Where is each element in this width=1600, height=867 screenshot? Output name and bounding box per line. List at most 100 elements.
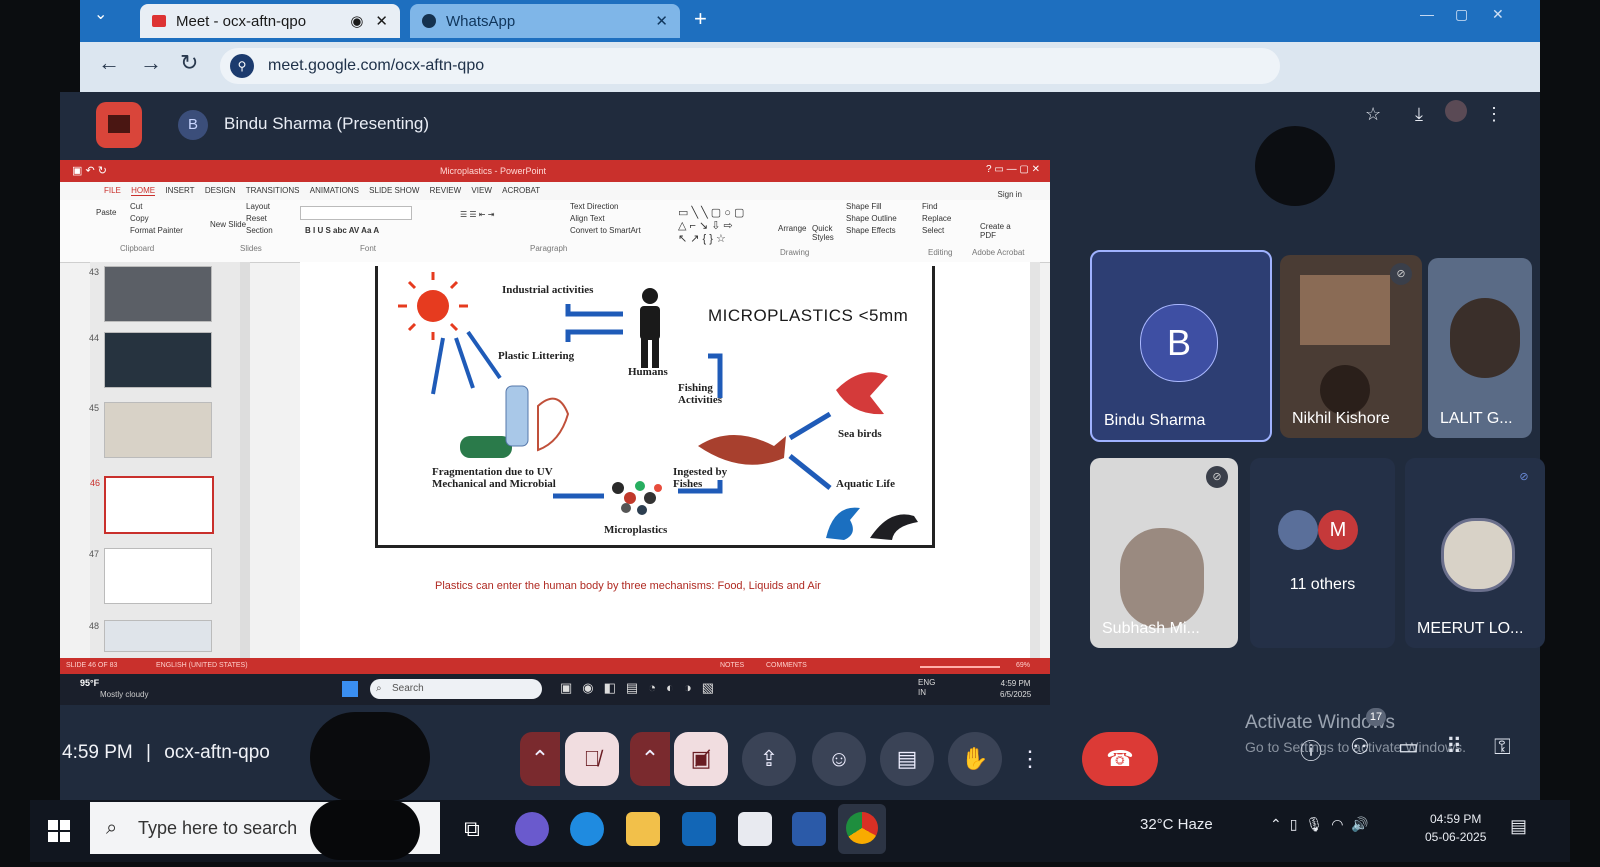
shape-fill-button[interactable]: Shape Fill	[846, 202, 882, 211]
outlook-icon[interactable]	[682, 812, 716, 846]
text-direction-button[interactable]: Text Direction	[570, 202, 618, 211]
bookmark-star-icon[interactable]: ☆	[1365, 104, 1381, 125]
cut-button[interactable]: Cut	[130, 202, 142, 211]
camera-options-chevron-icon[interactable]: ⌃	[630, 732, 670, 786]
ribbon-tab[interactable]: HOME	[131, 186, 156, 196]
reset-button[interactable]: Reset	[246, 214, 267, 223]
shared-search-box[interactable]: ⌕ Search	[370, 679, 542, 699]
profile-avatar[interactable]	[1445, 100, 1467, 122]
align-text-button[interactable]: Align Text	[570, 214, 605, 223]
tab-whatsapp[interactable]: WhatsApp ✕	[410, 4, 680, 38]
font-format-buttons-icon[interactable]: B I U S abc AV Aa A	[305, 226, 379, 235]
windows-start-icon[interactable]	[48, 820, 70, 842]
participant-tile-lalit[interactable]: LALIT G...	[1428, 258, 1532, 438]
task-view-icon[interactable]: ⧉	[455, 812, 489, 846]
participant-tile-others[interactable]: M 11 others	[1250, 458, 1395, 648]
arrange-button[interactable]: Arrange	[778, 224, 806, 233]
more-vert-icon[interactable]: ⋮	[1485, 104, 1503, 125]
window-controls-icon[interactable]: ? ▭ — ▢ ✕	[986, 164, 1040, 175]
zoom-level[interactable]: 69%	[1016, 662, 1030, 669]
tab-search-chevron-icon[interactable]: ⌄	[94, 4, 107, 24]
select-button[interactable]: Select	[922, 226, 944, 235]
replace-button[interactable]: Replace	[922, 214, 951, 223]
close-tab-icon[interactable]: ✕	[655, 12, 668, 30]
copy-button[interactable]: Copy	[130, 214, 149, 223]
slide-thumbnail-selected[interactable]: 46	[90, 476, 214, 534]
chrome-active-app[interactable]	[838, 804, 886, 854]
raise-hand-button[interactable]: ✋	[948, 732, 1002, 786]
new-slide-button[interactable]: New Slide	[210, 220, 246, 229]
activities-grid-icon[interactable]: ⠿	[1446, 734, 1462, 760]
close-tab-icon[interactable]: ✕	[375, 12, 388, 30]
slide-thumbnail[interactable]: 45	[89, 402, 212, 458]
close-window-icon[interactable]: ✕	[1492, 6, 1504, 23]
word-icon[interactable]	[792, 812, 826, 846]
system-tray-icons[interactable]: ⌃▯🎙◠🔊	[1270, 816, 1377, 833]
participant-tile-bindu[interactable]: B Bindu Sharma	[1090, 250, 1272, 442]
ribbon-tab[interactable]: ACROBAT	[502, 186, 540, 195]
ribbon-tab[interactable]: DESIGN	[205, 186, 236, 195]
reload-icon[interactable]: ↻	[180, 50, 198, 76]
meeting-details-icon[interactable]: ⓘ	[1300, 734, 1322, 766]
tab-meet[interactable]: Meet - ocx-aftn-qpo ◉ ✕	[140, 4, 400, 38]
slide-thumbnail[interactable]: 48	[89, 620, 212, 652]
maximize-icon[interactable]: ▢	[1455, 6, 1468, 23]
host-controls-lock-icon[interactable]: ⚿	[1494, 734, 1511, 760]
camera-off-button[interactable]: ▣̸	[674, 732, 728, 786]
shapes-gallery-icon[interactable]: ▭ ╲ ╲ ▢ ○ ▢ △ ⌐ ↘ ⇩ ⇨ ↖ ↗ { } ☆	[678, 206, 744, 245]
slide-thumbnail[interactable]: 47	[89, 548, 212, 604]
site-info-icon[interactable]: ⚲	[230, 54, 254, 78]
comments-button[interactable]: COMMENTS	[766, 662, 807, 669]
presentation-icon[interactable]	[96, 102, 142, 148]
find-button[interactable]: Find	[922, 202, 938, 211]
section-button[interactable]: Section	[246, 226, 273, 235]
paste-button[interactable]: Paste	[96, 208, 116, 217]
slide-scrollbar[interactable]	[1030, 262, 1040, 658]
slide-thumbnail[interactable]: 43	[89, 266, 212, 322]
ribbon-tab[interactable]: TRANSITIONS	[246, 186, 300, 195]
ribbon-tab[interactable]: FILE	[104, 186, 121, 195]
participant-tile-meerut[interactable]: ⊘ MEERUT LO...	[1405, 458, 1545, 648]
zoom-slider[interactable]	[920, 666, 1000, 668]
participant-tile-subhash[interactable]: ⊘ Subhash Mi...	[1090, 458, 1238, 648]
new-tab-button[interactable]: +	[694, 6, 707, 32]
notes-button[interactable]: NOTES	[720, 662, 744, 669]
file-explorer-icon[interactable]	[626, 812, 660, 846]
shape-outline-button[interactable]: Shape Outline	[846, 214, 897, 223]
quick-styles-button[interactable]: Quick Styles	[812, 224, 838, 242]
taskbar-weather[interactable]: 32°C Haze	[1140, 816, 1213, 833]
back-arrow-icon[interactable]: ←	[98, 50, 120, 76]
create-pdf-button[interactable]: Create a PDF	[980, 222, 1020, 240]
store-icon[interactable]	[738, 812, 772, 846]
shared-start-icon[interactable]	[342, 681, 358, 697]
minimize-icon[interactable]: —	[1420, 6, 1434, 22]
mic-options-chevron-icon[interactable]: ⌃	[520, 732, 560, 786]
people-icon[interactable]: ⚇	[1350, 734, 1370, 760]
captions-button[interactable]: ▤	[880, 732, 934, 786]
notification-icon[interactable]: ▤	[1510, 816, 1527, 837]
language-status[interactable]: ENGLISH (UNITED STATES)	[156, 662, 248, 669]
participant-tile-nikhil[interactable]: ⊘ Nikhil Kishore	[1280, 255, 1422, 438]
end-call-button[interactable]: ☎	[1082, 732, 1158, 786]
shared-taskbar-apps-icon[interactable]: ▣◉◧▤◔◐◑▧	[560, 680, 724, 696]
present-screen-button[interactable]: ⇪	[742, 732, 796, 786]
format-painter-button[interactable]: Format Painter	[130, 226, 183, 235]
url-bar[interactable]: ⚲ meet.google.com/ocx-aftn-qpo	[220, 48, 1280, 84]
ribbon-tab[interactable]: INSERT	[165, 186, 194, 195]
list-buttons-icon[interactable]: ☰ ☰ ⇤ ⇥	[460, 210, 494, 219]
convert-smartart-button[interactable]: Convert to SmartArt	[570, 226, 641, 235]
ribbon-tab[interactable]: ANIMATIONS	[310, 186, 359, 195]
copilot-icon[interactable]	[515, 812, 549, 846]
shape-effects-button[interactable]: Shape Effects	[846, 226, 896, 235]
ribbon-tab[interactable]: SLIDE SHOW	[369, 186, 419, 195]
more-options-icon[interactable]: ⋮	[1010, 732, 1050, 786]
emoji-reaction-button[interactable]: ☺	[812, 732, 866, 786]
slide-thumbnail[interactable]: 44	[89, 332, 212, 388]
ribbon-tab[interactable]: VIEW	[471, 186, 491, 195]
layout-button[interactable]: Layout	[246, 202, 270, 211]
ribbon-tab[interactable]: REVIEW	[430, 186, 462, 195]
edge-icon[interactable]	[570, 812, 604, 846]
download-icon[interactable]: ⤓	[1415, 104, 1423, 125]
font-name-box[interactable]	[300, 206, 412, 220]
sign-in-link[interactable]: Sign in	[998, 190, 1022, 199]
